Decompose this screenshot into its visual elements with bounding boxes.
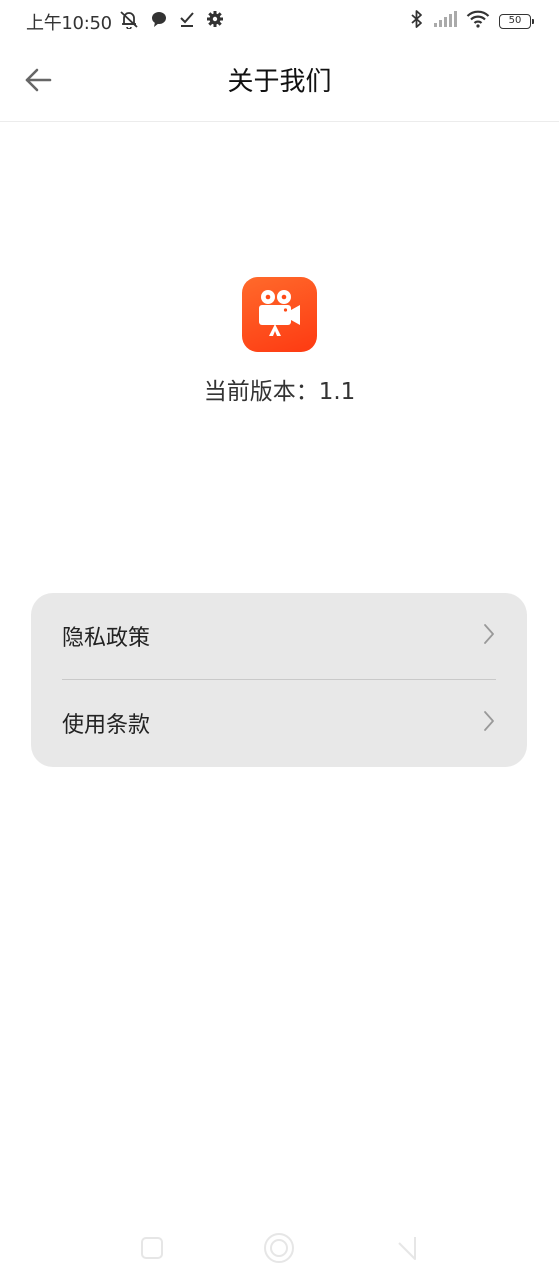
home-icon (262, 1231, 296, 1269)
message-bubble-icon (150, 10, 168, 32)
status-left-icons (118, 10, 224, 32)
battery-icon: 50 (499, 13, 534, 29)
version-text: 当前版本：1.1 (203, 379, 356, 405)
menu-item-terms-of-use[interactable]: 使用条款 (62, 680, 496, 766)
status-right-icons: 50 (410, 9, 534, 33)
bluetooth-icon (410, 9, 424, 33)
video-camera-icon (257, 288, 303, 342)
menu-card: 隐私政策 使用条款 (31, 593, 527, 767)
battery-level: 50 (508, 15, 522, 26)
back-icon (393, 1235, 419, 1265)
status-time: 上午10:50 (26, 13, 112, 34)
about-us-screen: 上午10:50 50 关于我们 当前版本：1.1 隐私政策 使用条款 (0, 0, 559, 1280)
app-logo (242, 277, 317, 352)
home-button[interactable] (261, 1232, 297, 1268)
battery-tip (531, 18, 534, 24)
gear-icon (206, 10, 224, 32)
wifi-icon (466, 10, 490, 32)
page-title: 关于我们 (227, 67, 332, 97)
recent-apps-icon (139, 1235, 165, 1265)
nav-back-button[interactable] (388, 1232, 424, 1268)
chevron-right-icon (482, 710, 496, 736)
notifications-muted-icon (118, 9, 140, 33)
system-nav-bar (0, 1210, 559, 1280)
app-bar: 关于我们 (0, 42, 559, 122)
menu-item-label: 隐私政策 (62, 626, 151, 651)
menu-item-label: 使用条款 (62, 713, 151, 738)
menu-item-privacy-policy[interactable]: 隐私政策 (62, 593, 496, 679)
checkmark-icon (178, 10, 196, 32)
status-bar: 上午10:50 50 (0, 0, 559, 42)
recent-apps-button[interactable] (134, 1232, 170, 1268)
chevron-right-icon (482, 623, 496, 649)
cellular-signal-icon (433, 10, 457, 32)
